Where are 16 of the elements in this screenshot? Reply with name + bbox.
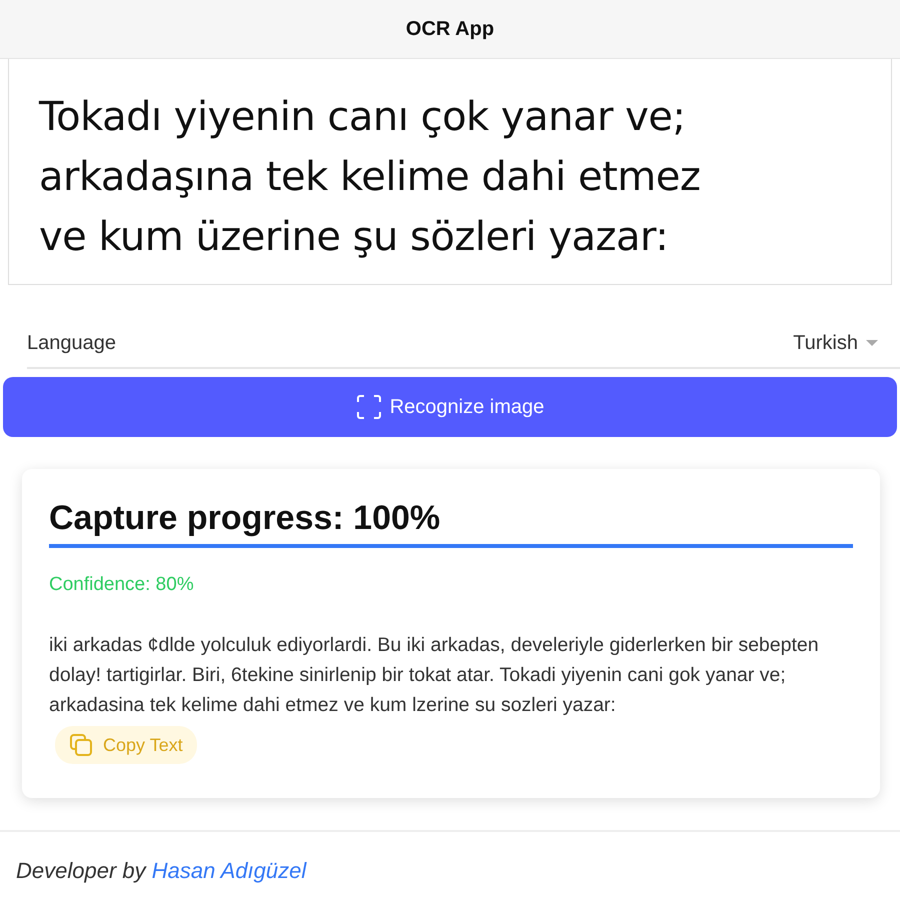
recognized-text: iki arkadas ¢dlde yolculuk ediyorlardi. Bu iki arkadas, develeriyle giderlerken bir sebepten dolay! tartigirlar. Biri, 6tekine sinirlenip bir tokat atar. Tokadi yiyenin cani gok yanar ve; arkadasina tek kelime dahi etmez ve kum lzerine su sozleri yazar:	[49, 633, 820, 718]
image-text-line: Tokadı yiyenin canı çok yanar ve;	[39, 93, 686, 142]
image-text-line: ve kum üzerine şu sözleri yazar:	[39, 213, 670, 262]
image-text-line: arkadaşına tek kelime dahi etmez	[39, 153, 702, 202]
developer-link[interactable]: Hasan Adıgüzel	[152, 858, 306, 883]
copy-icon	[69, 733, 93, 757]
language-select[interactable]: Language Turkish	[27, 319, 900, 369]
confidence-text: Confidence: 80%	[49, 574, 195, 596]
progress-title: Capture progress: 100%	[49, 499, 442, 538]
language-label: Language	[27, 332, 116, 354]
recognize-button[interactable]: Recognize image	[3, 377, 897, 437]
app-title: OCR App	[406, 18, 494, 40]
scan-icon	[356, 394, 382, 420]
developer-credit: Developer by Hasan Adıgüzel	[16, 858, 306, 883]
language-value: Turkish	[793, 332, 858, 354]
caret-icon	[866, 340, 878, 346]
